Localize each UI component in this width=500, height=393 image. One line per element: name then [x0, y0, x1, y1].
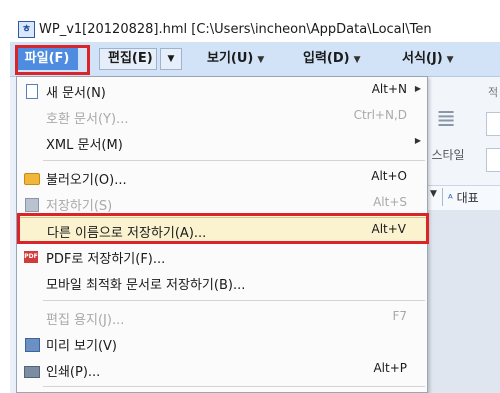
menu-item-shortcut: Alt+P: [373, 361, 407, 375]
menu-item-label: 인쇄(P)...: [46, 365, 101, 380]
menu-item-label: 미리 보기(V): [46, 339, 118, 354]
style-label[interactable]: 스타일: [426, 146, 470, 163]
chevron-down-icon[interactable]: ▼: [430, 189, 437, 199]
text-style-icon: ᴬ: [448, 192, 453, 205]
style-icon[interactable]: ≣: [432, 104, 460, 136]
menu-view[interactable]: 보기(U) ▼: [207, 49, 264, 69]
menu-item-label: 호환 문서(Y)...: [46, 112, 129, 127]
menu-separator: [43, 300, 425, 301]
menu-item-compat[interactable]: 호환 문서(Y)... Ctrl+N,D: [17, 105, 427, 129]
window-titlebar: ㅎ WP_v1[20120828].hml [C:\Users\incheon\…: [10, 18, 500, 40]
divider: [442, 188, 443, 206]
menu-item-open[interactable]: 불러오기(O)... Alt+O: [17, 166, 427, 190]
menu-item-label: PDF로 저장하기(F)...: [46, 252, 166, 267]
pdf-icon: PDF: [24, 251, 38, 263]
save-as-highlight-box: [17, 213, 429, 244]
new-document-icon: [26, 84, 38, 99]
menu-item-label: 불러오기(O)...: [46, 173, 127, 188]
menu-item-label: XML 문서(M): [46, 138, 123, 153]
menu-item-save-pdf[interactable]: PDF PDF로 저장하기(F)...: [17, 245, 427, 269]
app-icon: ㅎ: [18, 20, 35, 38]
menu-input[interactable]: 입력(D) ▼: [303, 49, 361, 69]
menu-item-print[interactable]: 인쇄(P)... Alt+P: [17, 358, 427, 382]
folder-open-icon: [24, 173, 40, 185]
chevron-down-icon: ▼: [353, 55, 361, 65]
menu-item-label: 편집 용지(J)...: [46, 313, 125, 328]
menu-item-label: 새 문서(N): [46, 86, 106, 101]
menu-format[interactable]: 서식(J) ▼: [402, 49, 454, 69]
menu-separator: [43, 160, 425, 161]
style-selector[interactable]: ᴬ 대표: [448, 189, 479, 206]
menu-input-label: 입력(D): [303, 51, 350, 66]
submenu-arrow-icon: ▶: [414, 136, 421, 145]
file-menu-highlight-box: [15, 45, 90, 75]
menu-item-preview[interactable]: 미리 보기(V): [17, 332, 427, 356]
document-area: [426, 210, 500, 393]
menu-item-label: 모바일 최적화 문서로 저장하기(B)...: [46, 278, 246, 293]
window-title: WP_v1[20120828].hml [C:\Users\incheon\Ap…: [39, 21, 432, 37]
style-selector-value: 대표: [456, 191, 479, 205]
menu-item-save-mobile[interactable]: 모바일 최적화 문서로 저장하기(B)...: [17, 271, 427, 295]
printer-icon: [24, 366, 40, 378]
menu-item-shortcut: Alt+S: [373, 195, 407, 209]
submenu-arrow-icon: ▶: [414, 84, 421, 93]
menu-format-label: 서식(J): [402, 51, 443, 66]
menu-edit-text[interactable]: 편집(E): [108, 49, 153, 69]
toolbar-button[interactable]: [486, 148, 500, 172]
menu-item-shortcut: F7: [392, 309, 407, 323]
menu-view-label: 보기(U): [207, 51, 254, 66]
menu-item-xml[interactable]: XML 문서(M) ▶: [17, 131, 427, 155]
menu-item-shortcut: Alt+O: [371, 169, 407, 183]
menu-item-shortcut: Alt+N: [371, 82, 407, 96]
menu-item-page-setup[interactable]: 편집 용지(J)... F7: [17, 306, 427, 330]
chevron-down-icon: ▼: [257, 55, 265, 65]
preview-icon: [25, 338, 40, 352]
menu-separator: [43, 386, 425, 387]
menu-item-shortcut: Ctrl+N,D: [353, 108, 407, 122]
chevron-down-icon: ▼: [167, 54, 175, 64]
menu-edit-dropdown-button[interactable]: ▼: [160, 48, 182, 70]
menu-item-label: 저장하기(S): [46, 199, 113, 214]
toolbar-fragment-label: 적: [488, 86, 499, 99]
toolbar-button[interactable]: [486, 112, 500, 136]
chevron-down-icon: ▼: [446, 55, 454, 65]
menu-item-new[interactable]: 새 문서(N) Alt+N ▶: [17, 79, 427, 103]
save-disk-icon: [25, 198, 39, 212]
